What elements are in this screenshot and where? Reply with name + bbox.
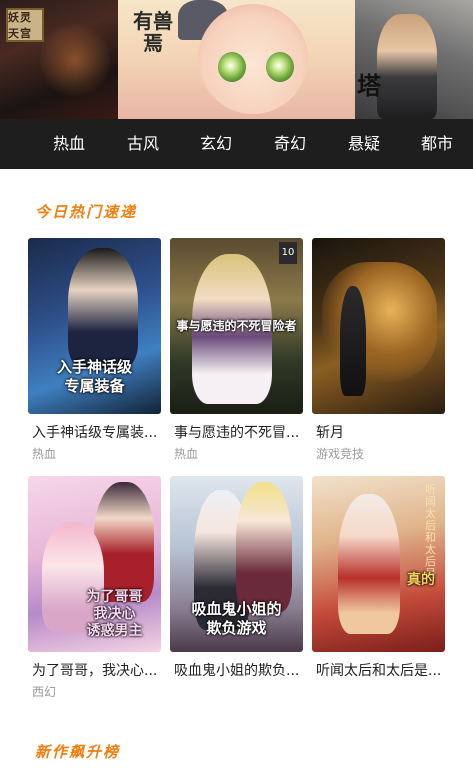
banner-caption: 塔 — [357, 72, 381, 100]
banner-stamp: 妖灵天宫 — [6, 8, 44, 42]
comic-title[interactable]: 听闻太后和太后是... — [316, 660, 444, 680]
banner-artwork — [40, 20, 110, 100]
comic-card[interactable]: 10 事与愿违的不死冒险者 事与愿违的不死冒... 热血 — [170, 238, 303, 461]
comic-genre-tag: 西幻 — [32, 685, 57, 699]
section-title-new-rising: 新作飙升榜 — [35, 743, 121, 761]
comic-cover[interactable]: 10 事与愿违的不死冒险者 — [170, 238, 303, 414]
category-tab-rexue[interactable]: 热血 — [53, 119, 85, 169]
comic-card[interactable]: 听闻太后和太后是 真的 听闻太后和太后是... — [312, 476, 445, 679]
banner-slide-center[interactable]: 有兽焉 — [118, 0, 355, 119]
comic-genre-tag: 游戏竞技 — [316, 447, 365, 461]
comic-genre-tag: 热血 — [32, 447, 57, 461]
comic-title[interactable]: 为了哥哥，我决心... — [32, 660, 160, 680]
cover-artwork — [340, 286, 366, 396]
banner-artwork — [377, 14, 437, 119]
cover-title-text: 为了哥哥 我决心 诱惑男主 — [86, 589, 143, 639]
category-tab-xuanyi[interactable]: 悬疑 — [348, 119, 380, 169]
category-tab-qihuan[interactable]: 奇幻 — [274, 119, 306, 169]
cover-title-text: 吸血鬼小姐的 欺负游戏 — [191, 600, 282, 637]
cover-artwork — [338, 494, 400, 634]
comic-card[interactable]: 入手神话级 专属装备 入手神话级专属装... 热血 — [28, 238, 161, 461]
banner-artwork-eye — [266, 52, 294, 82]
category-tab-dushi[interactable]: 都市 — [421, 119, 453, 169]
comic-genre-tag: 热血 — [174, 447, 199, 461]
banner-logo-text: 有兽焉 — [133, 9, 173, 55]
section-title-hot-today: 今日热门速递 — [35, 203, 138, 221]
comic-card[interactable]: 斩月 游戏竞技 — [312, 238, 445, 461]
cover-artwork — [236, 482, 292, 612]
category-nav[interactable]: 热血 古风 玄幻 奇幻 悬疑 都市 — [0, 119, 473, 169]
banner-logo: 有兽焉 — [126, 10, 180, 80]
comic-cover[interactable]: 为了哥哥 我决心 诱惑男主 — [28, 476, 161, 652]
comic-title[interactable]: 事与愿违的不死冒... — [174, 422, 302, 442]
banner-artwork-eye — [218, 52, 246, 82]
comic-card[interactable]: 为了哥哥 我决心 诱惑男主 为了哥哥，我决心... 西幻 — [28, 476, 161, 699]
banner-slide-left[interactable]: 妖灵天宫 — [0, 0, 118, 119]
cover-vertical-text: 听闻太后和太后是 — [425, 483, 436, 580]
comic-card[interactable]: 吸血鬼小姐的 欺负游戏 吸血鬼小姐的欺负... — [170, 476, 303, 679]
comic-cover[interactable]: 听闻太后和太后是 真的 — [312, 476, 445, 652]
comic-title[interactable]: 入手神话级专属装... — [32, 422, 160, 442]
cover-title-text: 事与愿违的不死冒险者 — [176, 319, 297, 333]
cover-title-text: 真的 — [407, 572, 435, 588]
comic-cover[interactable]: 吸血鬼小姐的 欺负游戏 — [170, 476, 303, 652]
cover-title-text: 入手神话级 专属装备 — [56, 358, 132, 395]
comic-cover[interactable]: 入手神话级 专属装备 — [28, 238, 161, 414]
comic-title[interactable]: 斩月 — [316, 422, 444, 442]
comic-title[interactable]: 吸血鬼小姐的欺负... — [174, 660, 302, 680]
cover-artwork — [68, 248, 138, 368]
category-tab-xuanhuan[interactable]: 玄幻 — [200, 119, 232, 169]
banner-carousel[interactable]: 妖灵天宫 有兽焉 塔 — [0, 0, 473, 119]
banner-slide-right[interactable]: 塔 — [355, 0, 473, 119]
category-tab-gufeng[interactable]: 古风 — [127, 119, 159, 169]
banner-stamp-text: 妖灵天宫 — [8, 11, 32, 40]
comic-cover[interactable] — [312, 238, 445, 414]
volume-badge: 10 — [279, 242, 297, 264]
